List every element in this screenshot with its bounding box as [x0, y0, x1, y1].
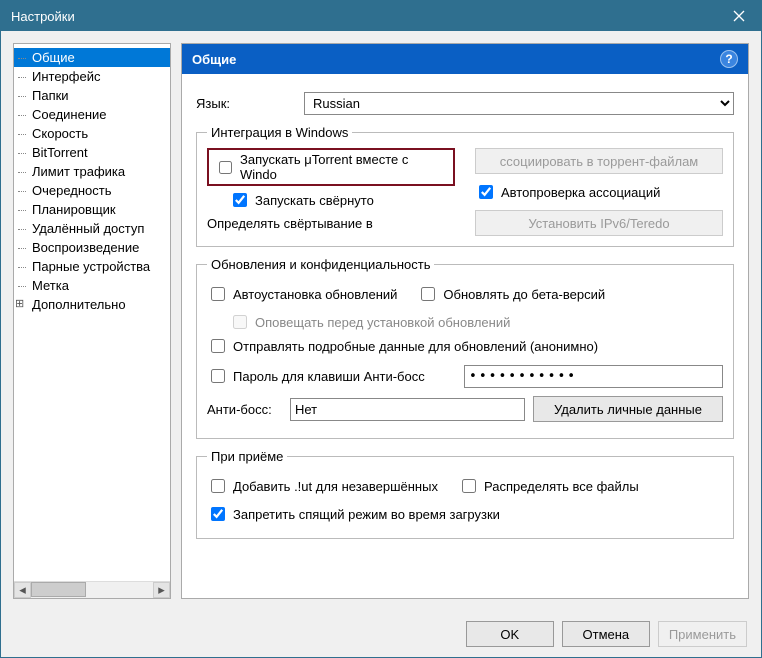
tree-item-2[interactable]: Папки: [14, 86, 170, 105]
antiboss-password-checkbox[interactable]: [211, 369, 225, 383]
help-icon[interactable]: ?: [720, 50, 738, 68]
ok-button[interactable]: OK: [466, 621, 554, 647]
integration-group: Интеграция в Windows Запускать μTorrent …: [196, 125, 734, 247]
clear-private-button[interactable]: Удалить личные данные: [533, 396, 723, 422]
tree-item-3[interactable]: Соединение: [14, 105, 170, 124]
start-with-windows-checkbox[interactable]: [219, 161, 232, 174]
tree-item-10[interactable]: Воспроизведение: [14, 238, 170, 257]
start-minimized-label: Запускать свёрнуто: [255, 193, 374, 208]
antiboss-password-label: Пароль для клавиши Анти-босс: [233, 369, 425, 384]
preallocate-label: Распределять все файлы: [484, 479, 639, 494]
start-with-windows-label: Запускать μTorrent вместе с Windo: [240, 152, 447, 182]
install-ipv6-button[interactable]: Установить IPv6/Teredo: [475, 210, 723, 236]
tree-item-4[interactable]: Скорость: [14, 124, 170, 143]
panel-header: Общие ?: [182, 44, 748, 74]
minimize-to-label: Определять свёртывание в: [207, 216, 455, 231]
tree-scrollbar[interactable]: ◂ ▸: [14, 581, 170, 598]
start-minimized-checkbox[interactable]: [233, 193, 247, 207]
autoinstall-label: Автоустановка обновлений: [233, 287, 397, 302]
beta-label: Обновлять до бета-версий: [443, 287, 605, 302]
category-tree: ОбщиеИнтерфейсПапкиСоединениеСкоростьBit…: [13, 43, 171, 599]
tree-item-5[interactable]: BitTorrent: [14, 143, 170, 162]
language-select[interactable]: Russian: [304, 92, 734, 115]
send-details-checkbox[interactable]: [211, 339, 225, 353]
associate-torrents-button[interactable]: ссоциировать в торрент-файлам: [475, 148, 723, 174]
notify-before-checkbox: [233, 315, 247, 329]
antiboss-key-field[interactable]: [290, 398, 525, 421]
tree-item-6[interactable]: Лимит трафика: [14, 162, 170, 181]
tree-item-1[interactable]: Интерфейс: [14, 67, 170, 86]
dialog-footer: OK Отмена Применить: [1, 611, 761, 657]
tree-item-0[interactable]: Общие: [14, 48, 170, 67]
tree-item-7[interactable]: Очередность: [14, 181, 170, 200]
antiboss-password-field[interactable]: [464, 365, 723, 388]
start-with-windows-highlight: Запускать μTorrent вместе с Windo: [207, 148, 455, 186]
tree-item-8[interactable]: Планировщик: [14, 200, 170, 219]
send-details-label: Отправлять подробные данные для обновлен…: [233, 339, 598, 354]
notify-before-label: Оповещать перед установкой обновлений: [255, 315, 510, 330]
scroll-thumb[interactable]: [31, 582, 86, 597]
autoinstall-checkbox[interactable]: [211, 287, 225, 301]
tree-item-12[interactable]: Метка: [14, 276, 170, 295]
add-ut-label: Добавить .!ut для незавершённых: [233, 479, 438, 494]
language-label: Язык:: [196, 96, 296, 111]
download-legend: При приёме: [207, 449, 287, 464]
apply-button[interactable]: Применить: [658, 621, 747, 647]
cancel-button[interactable]: Отмена: [562, 621, 650, 647]
tree-item-11[interactable]: Парные устройства: [14, 257, 170, 276]
tree-item-13[interactable]: Дополнительно: [14, 295, 170, 314]
preallocate-checkbox[interactable]: [462, 479, 476, 493]
updates-legend: Обновления и конфиденциальность: [207, 257, 434, 272]
download-group: При приёме Добавить .!ut для незавершённ…: [196, 449, 734, 539]
prevent-sleep-label: Запретить спящий режим во время загрузки: [233, 507, 500, 522]
titlebar: Настройки: [1, 1, 761, 31]
add-ut-checkbox[interactable]: [211, 479, 225, 493]
settings-window: Настройки ОбщиеИнтерфейсПапкиСоединениеС…: [0, 0, 762, 658]
settings-panel: Общие ? Язык: Russian Интеграция в Windo…: [181, 43, 749, 599]
autocheck-assoc-checkbox[interactable]: [479, 185, 493, 199]
close-icon: [733, 10, 745, 22]
antiboss-label: Анти-босс:: [207, 402, 282, 417]
autocheck-assoc-label: Автопроверка ассоциаций: [501, 185, 660, 200]
scroll-left-icon[interactable]: ◂: [14, 582, 31, 598]
integration-legend: Интеграция в Windows: [207, 125, 352, 140]
prevent-sleep-checkbox[interactable]: [211, 507, 225, 521]
panel-title: Общие: [192, 52, 236, 67]
scroll-right-icon[interactable]: ▸: [153, 582, 170, 598]
window-title: Настройки: [11, 9, 75, 24]
updates-group: Обновления и конфиденциальность Автоуста…: [196, 257, 734, 439]
tree-item-9[interactable]: Удалённый доступ: [14, 219, 170, 238]
close-button[interactable]: [716, 1, 761, 31]
beta-checkbox[interactable]: [421, 287, 435, 301]
